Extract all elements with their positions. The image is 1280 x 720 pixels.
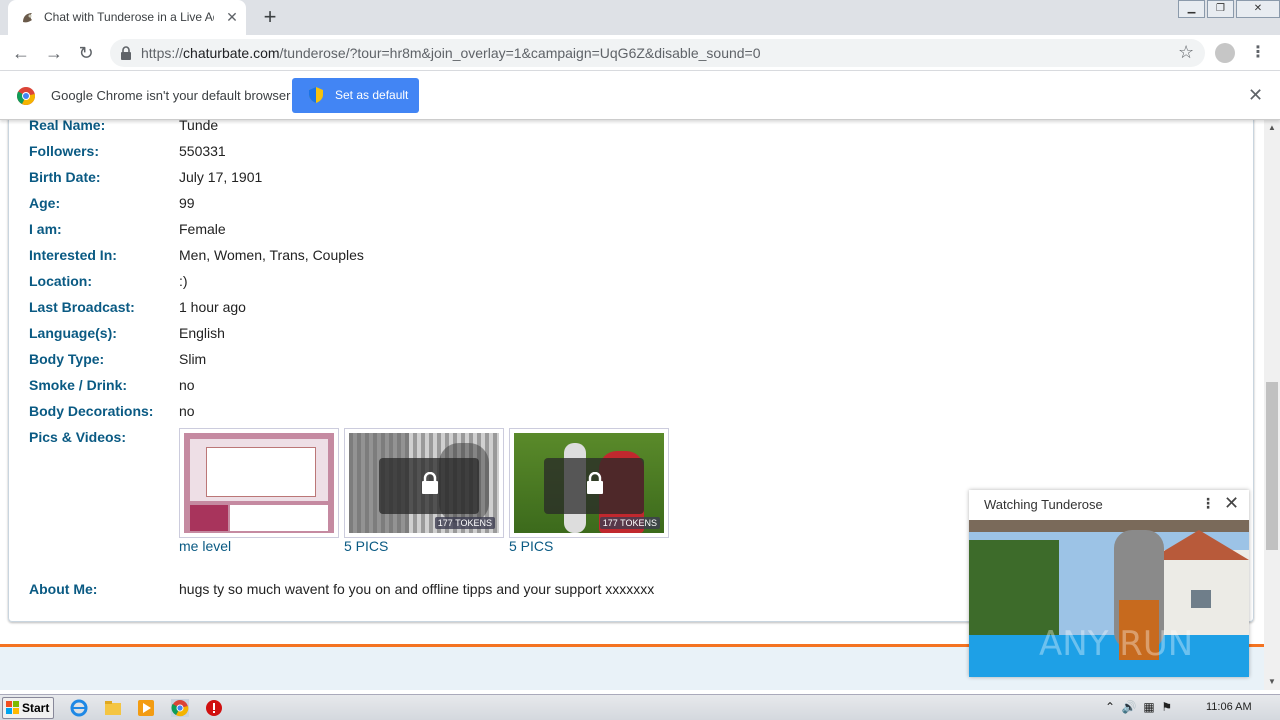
url-text: https://chaturbate.com/tunderose/?tour=h… xyxy=(141,45,761,61)
forward-arrow-icon[interactable]: → xyxy=(43,42,65,64)
pic-thumbnail[interactable] xyxy=(179,428,339,538)
minimize-button[interactable]: ▁ xyxy=(1178,0,1205,18)
video-frame: ANY RUN xyxy=(969,520,1249,677)
pic-caption-link[interactable]: 5 PICS xyxy=(509,538,553,554)
window-close-button[interactable]: ✕ xyxy=(1236,0,1280,18)
pic-thumbnail-locked[interactable]: 177 TOKENS xyxy=(509,428,669,538)
infobar-message: Google Chrome isn't your default browser xyxy=(51,88,291,103)
lock-overlay xyxy=(544,458,644,514)
url-path: /tunderose/?tour=hr8m&join_overlay=1&cam… xyxy=(279,45,761,61)
uac-shield-icon xyxy=(309,87,323,103)
reload-icon[interactable]: ↻ xyxy=(75,42,97,64)
scroll-up-arrow-icon[interactable]: ▲ xyxy=(1264,120,1280,136)
locked-album-image: 177 TOKENS xyxy=(514,433,664,533)
scroll-down-arrow-icon[interactable]: ▼ xyxy=(1264,674,1280,690)
pics-label: Pics & Videos: xyxy=(29,429,127,445)
watching-popup[interactable]: Watching Tunderose ⋮ ✕ ANY RUN xyxy=(969,490,1249,677)
taskbar-clock[interactable]: 11:06 AM xyxy=(1206,701,1252,713)
bio-value: :) xyxy=(179,273,188,289)
address-bar[interactable]: https://chaturbate.com/tunderose/?tour=h… xyxy=(110,39,1205,67)
bio-label: I am: xyxy=(29,221,62,237)
start-label: Start xyxy=(22,701,50,715)
default-browser-infobar: Google Chrome isn't your default browser… xyxy=(0,71,1280,120)
set-default-label: Set as default xyxy=(335,88,409,102)
pic-caption-link[interactable]: me level xyxy=(179,538,231,554)
bio-value: 99 xyxy=(179,195,195,211)
chrome-taskbar-icon[interactable] xyxy=(171,699,189,717)
tab-close-icon[interactable]: ✕ xyxy=(224,9,240,25)
watching-title: Watching Tunderose xyxy=(984,497,1103,512)
infobar-close-icon[interactable]: ✕ xyxy=(1248,85,1263,106)
chrome-logo-icon xyxy=(17,87,35,105)
tip-menu-image xyxy=(184,433,334,533)
bio-value: no xyxy=(179,377,195,393)
bio-value: July 17, 1901 xyxy=(179,169,263,185)
pic-thumbnail-locked[interactable]: 177 TOKENS xyxy=(344,428,504,538)
windows-taskbar: Start ⌃ 🔊 ▦ ⚑ 11:06 AM xyxy=(0,694,1280,720)
page-scrollbar[interactable]: ▲ ▼ xyxy=(1264,120,1280,690)
antivirus-stop-icon[interactable] xyxy=(205,699,223,717)
bio-label: Smoke / Drink: xyxy=(29,377,128,393)
more-options-icon[interactable]: ⋮ xyxy=(1201,495,1215,512)
back-arrow-icon[interactable]: ← xyxy=(10,42,32,64)
bio-value: Tunde xyxy=(179,120,219,133)
bio-label: Last Broadcast: xyxy=(29,299,135,315)
pic-caption-link[interactable]: 5 PICS xyxy=(344,538,388,554)
bio-label: Followers: xyxy=(29,143,100,159)
bio-value: 1 hour ago xyxy=(179,299,246,315)
url-host: chaturbate.com xyxy=(183,45,280,61)
new-tab-icon[interactable]: + xyxy=(260,6,280,28)
bio-label: Real Name: xyxy=(29,120,106,133)
windows-flag-icon xyxy=(6,701,19,714)
profile-avatar-icon[interactable] xyxy=(1215,43,1235,63)
token-price-badge: 177 TOKENS xyxy=(599,517,660,529)
bio-value: no xyxy=(179,403,195,419)
bio-label: Age: xyxy=(29,195,61,211)
watermark-text: ANY RUN xyxy=(1039,624,1193,664)
about-label: About Me: xyxy=(29,581,98,597)
browser-toolbar: ← → ↻ https://chaturbate.com/tunderose/?… xyxy=(0,35,1280,71)
tab-active[interactable]: Chat with Tunderose in a Live Adult ✕ xyxy=(8,0,246,35)
bookmark-star-icon[interactable]: ☆ xyxy=(1178,42,1194,63)
bio-value: Men, Women, Trans, Couples xyxy=(179,247,364,263)
maximize-button[interactable]: ❐ xyxy=(1207,0,1234,18)
locked-album-image: 177 TOKENS xyxy=(349,433,499,533)
internet-explorer-icon[interactable] xyxy=(70,699,88,717)
bio-label: Body Type: xyxy=(29,351,105,367)
url-scheme: https:// xyxy=(141,45,184,61)
padlock-icon xyxy=(422,472,438,494)
bio-label: Location: xyxy=(29,273,92,289)
lock-overlay xyxy=(379,458,479,514)
bio-value: English xyxy=(179,325,225,341)
bio-label: Body Decorations: xyxy=(29,403,154,419)
set-as-default-button[interactable]: Set as default xyxy=(292,78,419,113)
about-value: hugs ty so much wavent fo you on and off… xyxy=(179,581,655,597)
token-price-badge: 177 TOKENS xyxy=(434,517,495,529)
live-video-preview[interactable]: ANY RUN xyxy=(969,520,1249,677)
padlock-icon xyxy=(587,472,603,494)
popup-close-icon[interactable]: ✕ xyxy=(1224,493,1239,514)
bio-value: 550331 xyxy=(179,143,226,159)
start-button[interactable]: Start xyxy=(2,697,54,719)
bio-value: Slim xyxy=(179,351,207,367)
window-controls: ▁ ❐ ✕ xyxy=(1176,0,1280,20)
system-tray-icons[interactable]: ⌃ 🔊 ▦ ⚑ xyxy=(1105,700,1172,714)
lock-icon xyxy=(121,46,131,60)
media-player-icon[interactable] xyxy=(137,699,155,717)
bio-value: Female xyxy=(179,221,226,237)
scroll-thumb[interactable] xyxy=(1266,382,1278,550)
tab-strip: Chat with Tunderose in a Live Adult ✕ + … xyxy=(0,0,1280,35)
bio-label: Birth Date: xyxy=(29,169,101,185)
bio-label: Interested In: xyxy=(29,247,117,263)
site-favicon-icon xyxy=(23,13,32,23)
file-explorer-icon[interactable] xyxy=(104,699,122,717)
bio-label: Language(s): xyxy=(29,325,117,341)
tab-title: Chat with Tunderose in a Live Adult xyxy=(44,10,214,24)
chrome-menu-icon[interactable]: ⋮ xyxy=(1250,42,1266,62)
